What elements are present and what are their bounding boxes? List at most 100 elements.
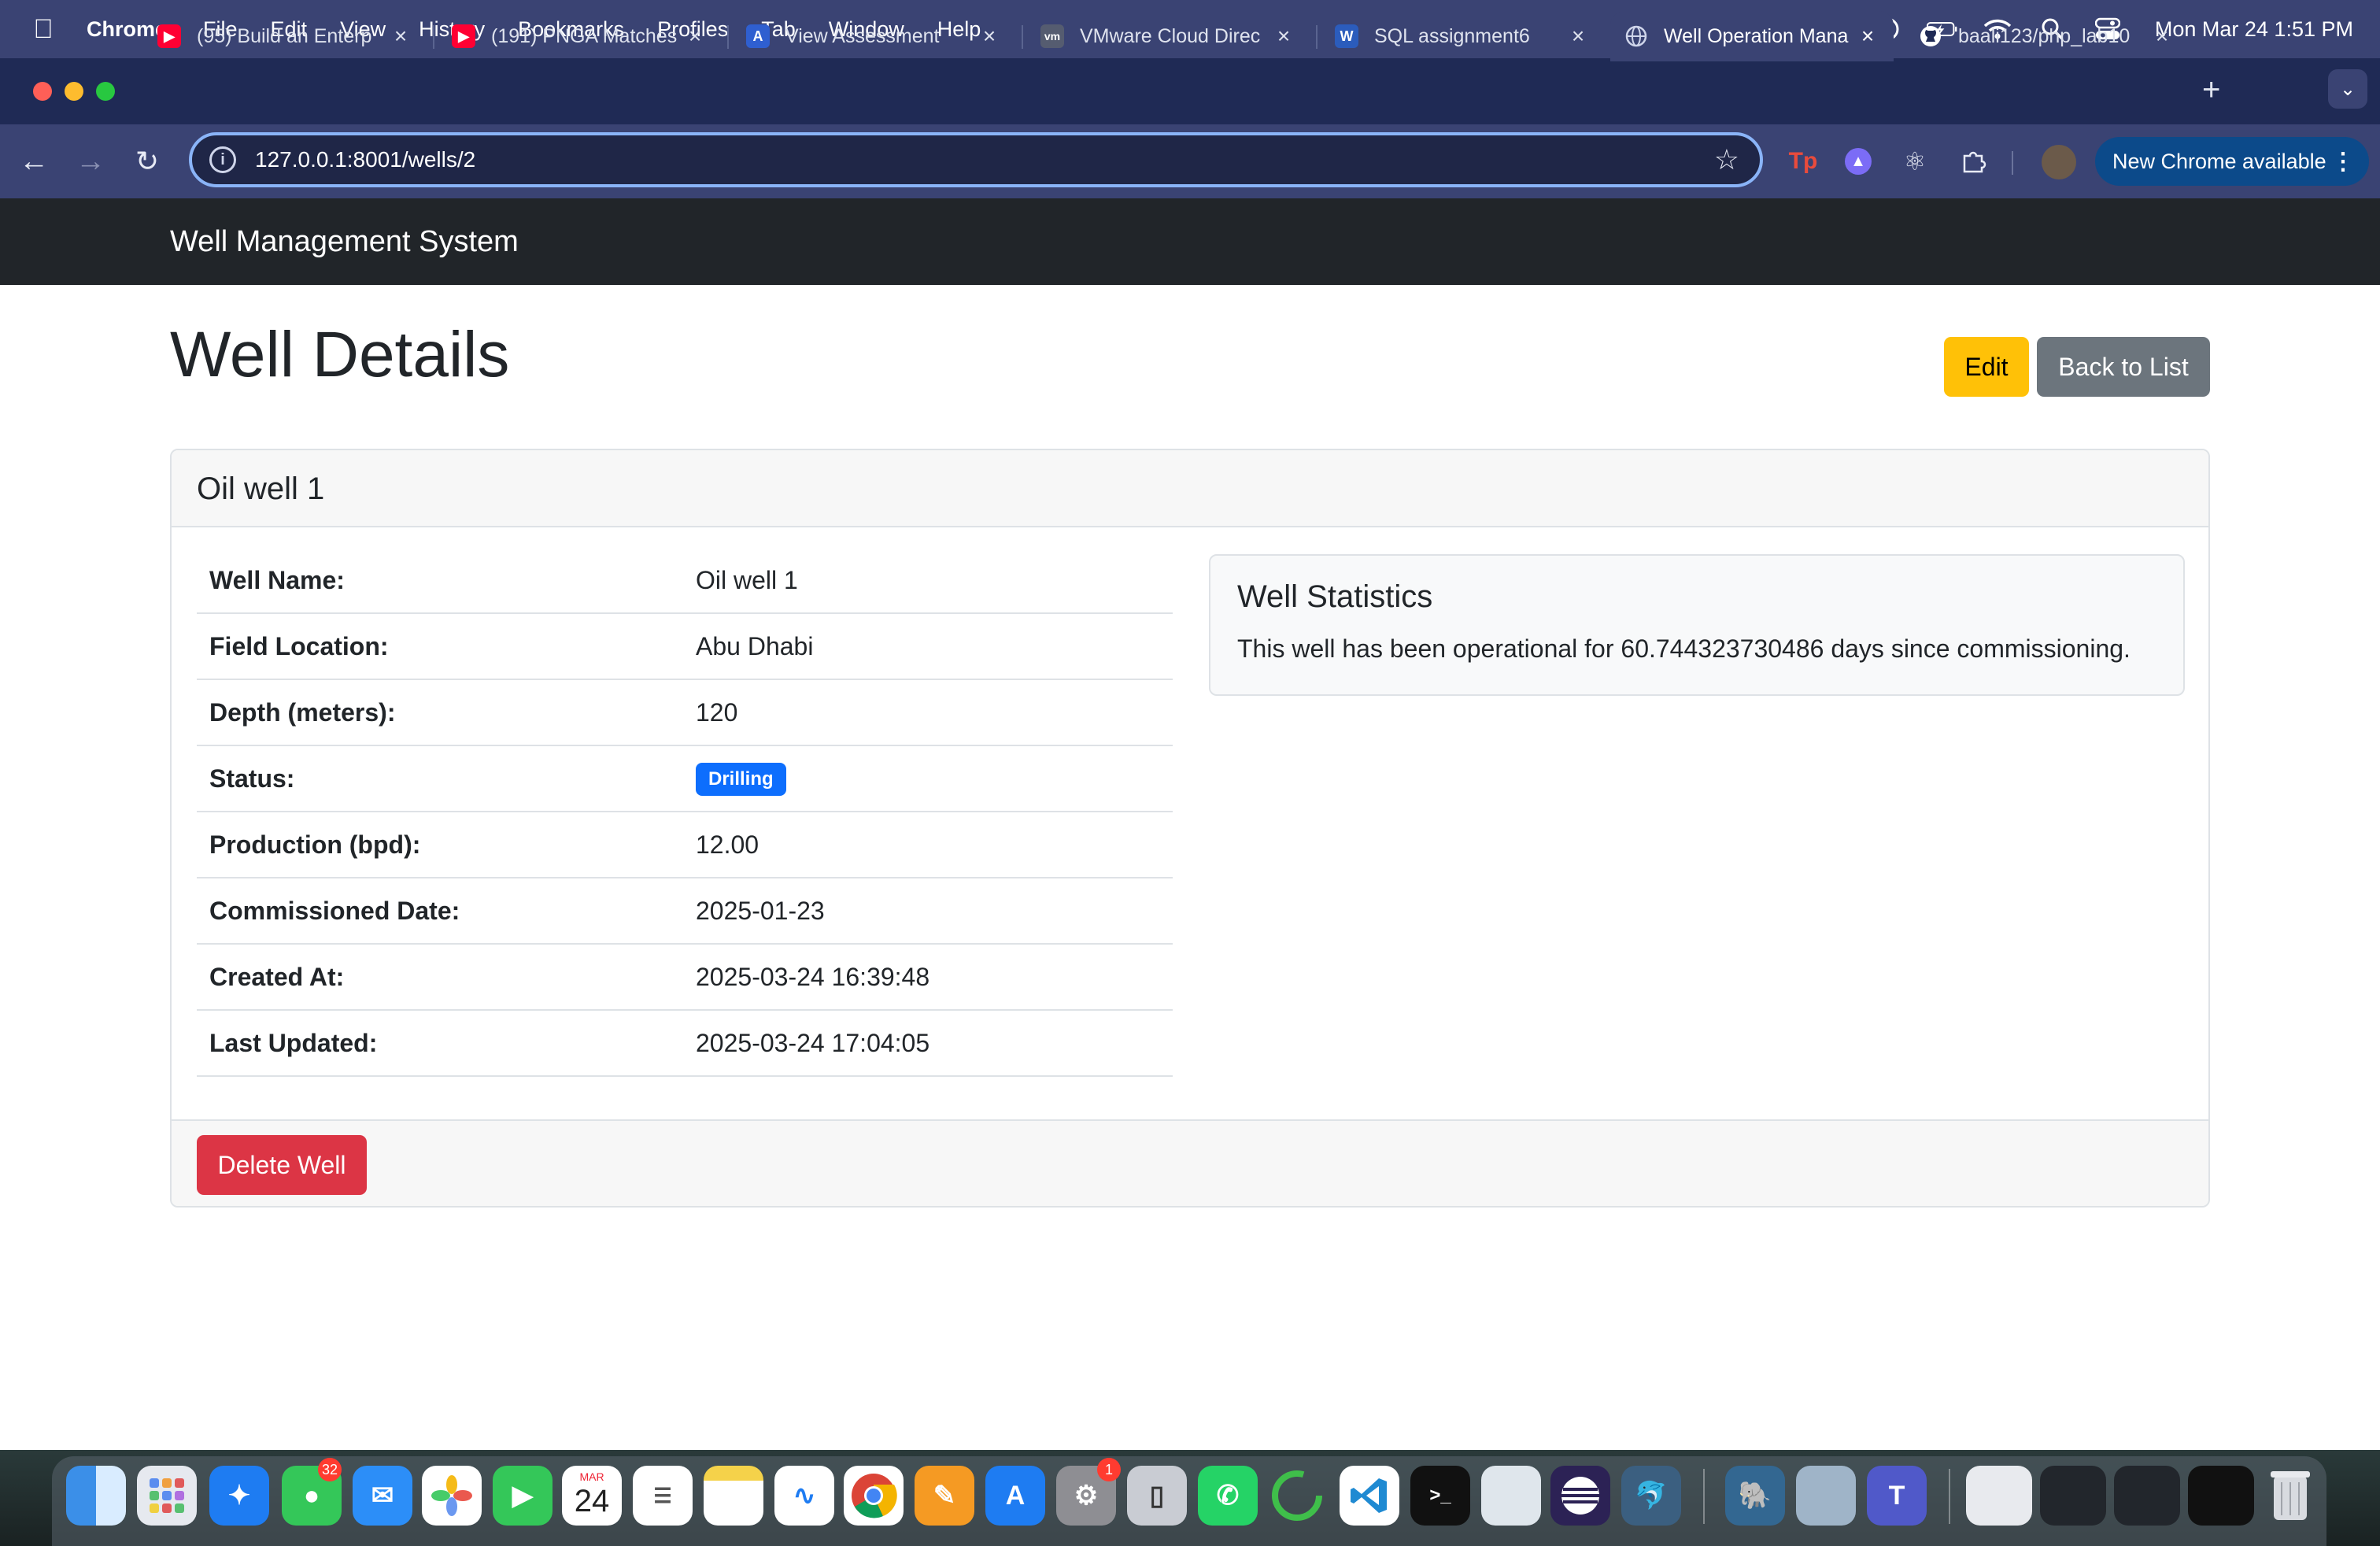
close-tab-icon[interactable]: × xyxy=(1566,24,1590,49)
detail-value: 2025-03-24 17:04:05 xyxy=(683,1010,1173,1077)
tab-title: (191) PNGA Matches xyxy=(491,24,678,47)
delete-well-button[interactable]: Delete Well xyxy=(197,1135,367,1195)
eclipse-icon[interactable] xyxy=(1550,1466,1610,1526)
calendar-icon[interactable]: MAR 24 xyxy=(562,1466,622,1526)
detail-label: Depth (meters): xyxy=(197,679,683,746)
launchpad-icon[interactable] xyxy=(137,1466,197,1526)
table-row: Last Updated: 2025-03-24 17:04:05 xyxy=(197,1010,1173,1077)
bookmark-star-icon[interactable]: ☆ xyxy=(1714,143,1739,176)
close-window-button[interactable] xyxy=(33,82,52,101)
detail-label: Commissioned Date: xyxy=(197,878,683,945)
extensions-puzzle-icon[interactable] xyxy=(1955,143,1991,179)
browser-tab-active[interactable]: Well Operation Mana × xyxy=(1610,11,1894,61)
reminders-icon[interactable]: ☰ xyxy=(633,1466,693,1526)
browser-tab[interactable]: vm VMware Cloud Direc × xyxy=(1026,11,1310,61)
browser-tab[interactable]: baali123/php_lab10 × xyxy=(1905,11,2188,61)
reload-icon[interactable]: ↻ xyxy=(128,142,167,181)
youtube-icon: ▶ xyxy=(157,24,181,48)
table-row: Commissioned Date: 2025-01-23 xyxy=(197,878,1173,945)
forward-arrow-icon[interactable]: → xyxy=(71,142,110,181)
table-row: Production (bpd): 12.00 xyxy=(197,812,1173,878)
close-tab-icon[interactable]: × xyxy=(2150,24,2174,49)
close-tab-icon[interactable]: × xyxy=(389,24,412,49)
dock-divider xyxy=(1703,1469,1705,1524)
detail-value: 2025-03-24 16:39:48 xyxy=(683,944,1173,1011)
back-to-list-button[interactable]: Back to List xyxy=(2037,337,2210,397)
url-text[interactable]: 127.0.0.1:8001/wells/2 xyxy=(255,147,1714,172)
vpn-extension-icon[interactable]: ▲ xyxy=(1845,148,1872,175)
terminal-icon[interactable]: >_ xyxy=(1410,1466,1470,1526)
tab-title: Well Operation Mana xyxy=(1664,24,1849,47)
browser-tab[interactable]: W SQL assignment6 × xyxy=(1321,11,1604,61)
minimized-window-thumbnail[interactable] xyxy=(2040,1466,2106,1526)
table-row: Depth (meters): 120 xyxy=(197,679,1173,746)
web-page: Well Management System Well Details Edit… xyxy=(0,198,2380,1450)
close-tab-icon[interactable]: × xyxy=(1856,24,1879,49)
card-header: Oil well 1 xyxy=(172,450,2208,527)
browser-tab[interactable]: ▶ (95) Build an Enterp × xyxy=(143,11,427,61)
chrome-icon[interactable] xyxy=(844,1466,904,1526)
minimized-window-thumbnail[interactable] xyxy=(1966,1466,2032,1526)
app-navbar: Well Management System xyxy=(0,198,2380,285)
back-arrow-icon[interactable]: ← xyxy=(14,142,54,181)
iphone-mirroring-icon[interactable]: ▯ xyxy=(1127,1466,1187,1526)
notes-icon[interactable] xyxy=(704,1466,763,1526)
photos-icon[interactable] xyxy=(422,1466,482,1526)
trash-icon[interactable] xyxy=(2260,1466,2320,1526)
tp-extension-icon[interactable]: Tp xyxy=(1785,143,1821,179)
mail-icon[interactable]: ✉ xyxy=(353,1466,412,1526)
address-bar[interactable]: i 127.0.0.1:8001/wells/2 ☆ xyxy=(189,132,1763,187)
navbar-brand[interactable]: Well Management System xyxy=(170,198,519,285)
minimized-window-thumbnail[interactable] xyxy=(2114,1466,2180,1526)
toolbar-divider xyxy=(2012,151,2013,175)
settings-badge: 1 xyxy=(1097,1458,1121,1481)
calendar-month: MAR xyxy=(579,1470,604,1483)
apple-icon[interactable]:  xyxy=(0,14,87,45)
close-tab-icon[interactable]: × xyxy=(683,24,707,49)
freeform-icon[interactable]: ∿ xyxy=(774,1466,834,1526)
minimized-window-thumbnail[interactable] xyxy=(2188,1466,2254,1526)
zoom-window-button[interactable] xyxy=(96,82,115,101)
tab-divider xyxy=(433,25,434,49)
github-icon xyxy=(1919,24,1942,48)
react-devtools-icon[interactable]: ⚛ xyxy=(1897,143,1933,179)
detail-label: Field Location: xyxy=(197,613,683,680)
tab-divider xyxy=(727,25,729,49)
pages-icon[interactable]: ✎ xyxy=(915,1466,974,1526)
preview-icon[interactable] xyxy=(1481,1466,1541,1526)
app-store-icon[interactable]: A xyxy=(985,1466,1045,1526)
new-tab-icon[interactable]: + xyxy=(2202,74,2220,105)
detail-label: Well Name: xyxy=(197,548,683,614)
globe-icon xyxy=(1624,24,1648,48)
browser-tab[interactable]: ▶ (191) PNGA Matches × xyxy=(438,11,721,61)
page-title: Well Details xyxy=(170,319,510,390)
teams-icon[interactable]: T xyxy=(1867,1466,1927,1526)
site-info-icon[interactable]: i xyxy=(209,146,236,173)
facetime-icon[interactable]: ▶ xyxy=(493,1466,552,1526)
vmware-icon: vm xyxy=(1040,24,1064,48)
browser-tab[interactable]: A View Assessment × xyxy=(732,11,1015,61)
edit-button[interactable]: Edit xyxy=(1944,337,2029,397)
tab-search-chevron-icon[interactable]: ⌄ xyxy=(2328,69,2367,109)
vscode-icon[interactable] xyxy=(1340,1466,1399,1526)
close-tab-icon[interactable]: × xyxy=(978,24,1001,49)
word-icon: W xyxy=(1335,24,1358,48)
disk-utility-icon[interactable] xyxy=(1796,1466,1856,1526)
postgres-icon[interactable]: 🐘 xyxy=(1725,1466,1785,1526)
tab-title: baali123/php_lab10 xyxy=(1958,24,2131,47)
new-chrome-available-button[interactable]: New Chrome available ⋮ xyxy=(2095,137,2369,186)
detail-value: 2025-01-23 xyxy=(683,878,1173,945)
detail-value: Drilling xyxy=(683,745,1173,812)
detail-value: Abu Dhabi xyxy=(683,613,1173,680)
close-tab-icon[interactable]: × xyxy=(1272,24,1295,49)
mysql-workbench-icon[interactable]: 🐬 xyxy=(1621,1466,1681,1526)
spinner-icon[interactable] xyxy=(1267,1466,1327,1526)
profile-avatar[interactable] xyxy=(2042,145,2076,179)
minimize-window-button[interactable] xyxy=(65,82,83,101)
finder-icon[interactable] xyxy=(66,1466,126,1526)
whatsapp-icon[interactable]: ✆ xyxy=(1198,1466,1258,1526)
more-options-icon[interactable]: ⋮ xyxy=(2331,148,2355,176)
safari-icon[interactable]: ✦ xyxy=(209,1466,269,1526)
youtube-icon: ▶ xyxy=(452,24,475,48)
update-label: New Chrome available xyxy=(2112,149,2326,173)
